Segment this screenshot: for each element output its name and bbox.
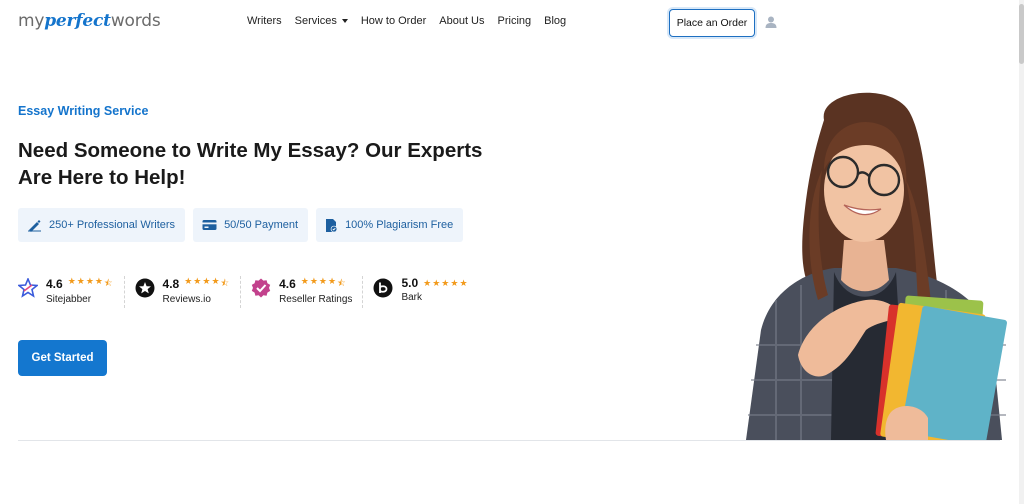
feature-writers-label: 250+ Professional Writers — [49, 219, 176, 231]
scrollbar-thumb[interactable] — [1019, 4, 1024, 64]
nav-about-us[interactable]: About Us — [439, 15, 484, 27]
rating-sitejabber[interactable]: 4.6 ★ ★ ★ ★ ⯪ Sitejabber — [18, 276, 125, 308]
nav-pricing-label: Pricing — [497, 15, 532, 27]
user-icon[interactable] — [764, 15, 778, 29]
bark-name: Bark — [401, 292, 422, 303]
brand-logo[interactable]: myperfectwords — [18, 11, 161, 31]
nav-about-us-label: About Us — [439, 15, 485, 27]
resellerratings-name: Reseller Ratings — [279, 294, 353, 305]
feature-writers: 250+ Professional Writers — [18, 208, 186, 242]
logo-part-my: my — [18, 11, 45, 31]
nav-pricing[interactable]: Pricing — [498, 15, 532, 27]
student-with-books-image — [746, 92, 1007, 440]
feature-payment: 50/50 Payment — [193, 208, 309, 242]
sitejabber-name: Sitejabber — [46, 294, 92, 305]
place-order-button[interactable]: Place an Order — [669, 9, 755, 37]
sitejabber-score: 4.6 — [46, 277, 63, 291]
nav-blog-label: Blog — [544, 15, 567, 27]
nav-services-label: Services — [294, 15, 337, 27]
nav-blog[interactable]: Blog — [544, 15, 566, 27]
section-divider — [18, 440, 1000, 441]
rating-list: 4.6 ★ ★ ★ ★ ⯪ Sitejabber 4.8 ★ ★ ★ ★ ⯪ Reviews.i… — [18, 276, 489, 308]
feature-list: 250+ Professional Writers 50/50 Payment … — [18, 208, 471, 242]
resellerratings-score: 4.6 — [279, 277, 296, 291]
nav-writers[interactable]: Writers — [247, 15, 282, 27]
star-rating: ★ ★ ★ ★ ⯪ — [300, 276, 346, 288]
nav-writers-label: Writers — [247, 15, 282, 27]
nav-how-to-order-label: How to Order — [360, 15, 427, 27]
reviewsio-score: 4.8 — [162, 277, 180, 291]
main-nav: Writers Services How to Order About Us P… — [247, 15, 579, 27]
star-rating: ★ ★ ★ ★ ★ — [423, 277, 468, 288]
sitejabber-logo — [18, 278, 38, 298]
card-payment-icon — [202, 220, 217, 230]
get-started-button[interactable]: Get Started — [18, 340, 107, 376]
logo-part-perfect: perfect — [44, 11, 111, 31]
star-rating: ★ ★ ★ ★ ⯪ — [184, 276, 230, 288]
hero-title: Need Someone to Write My Essay? Our Expe… — [18, 139, 483, 189]
reviewsio-name: Reviews.io — [162, 294, 211, 305]
bark-logo — [373, 278, 393, 298]
writer-pen-icon — [28, 220, 41, 232]
nav-services[interactable]: Services — [295, 15, 348, 27]
nav-how-to-order[interactable]: How to Order — [361, 15, 426, 27]
logo-part-words: words — [110, 11, 161, 31]
rating-bark[interactable]: 5.0 ★ ★ ★ ★ ★ Bark — [373, 276, 478, 308]
hero-eyebrow: Essay Writing Service — [18, 104, 149, 118]
rating-resellerratings[interactable]: 4.6 ★ ★ ★ ★ ⯪ Reseller Ratings — [251, 276, 364, 308]
document-check-icon — [326, 218, 338, 232]
chevron-down-icon — [341, 19, 348, 23]
star-rating: ★ ★ ★ ★ ⯪ — [67, 276, 113, 288]
reviewsio-logo — [135, 278, 155, 298]
resellerratings-logo — [251, 278, 271, 298]
feature-payment-label: 50/50 Payment — [224, 219, 299, 231]
feature-plagiarism-label: 100% Plagiarism Free — [345, 219, 454, 231]
feature-plagiarism: 100% Plagiarism Free — [316, 208, 464, 242]
site-header: myperfectwords Writers Services How to O… — [0, 0, 1019, 46]
page-scrollbar[interactable] — [1019, 0, 1024, 504]
bark-score: 5.0 — [401, 276, 419, 290]
rating-reviewsio[interactable]: 4.8 ★ ★ ★ ★ ⯪ Reviews.io — [135, 276, 242, 308]
